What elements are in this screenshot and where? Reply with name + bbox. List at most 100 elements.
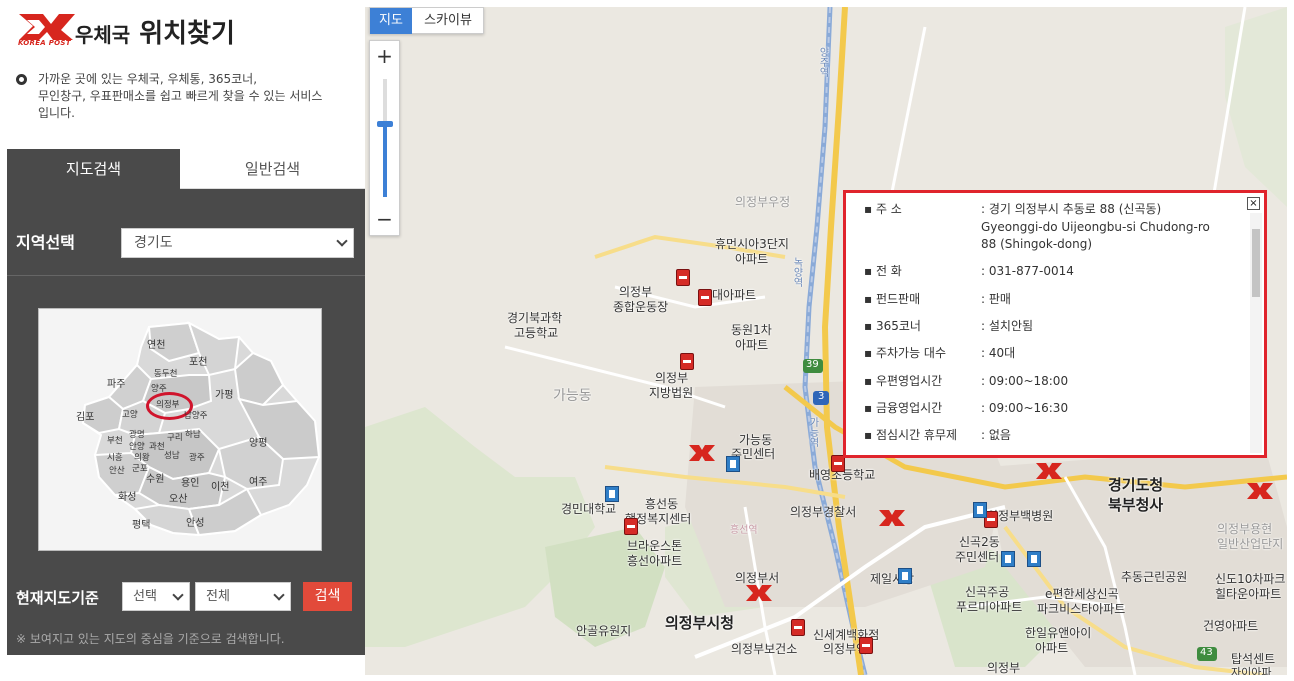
region-label[interactable]: 성남 xyxy=(164,449,180,461)
region-label[interactable]: 파주 xyxy=(107,375,125,390)
map-label: 자이아파 xyxy=(1231,666,1272,675)
logo-text: KOREA POST xyxy=(18,39,71,47)
map-label: 안골유원지 xyxy=(576,624,632,638)
region-label[interactable]: 여주 xyxy=(249,473,267,488)
zoom-slider-fill xyxy=(383,123,387,197)
region-label[interactable]: 부천 xyxy=(107,434,123,446)
map-label: 고등학교 xyxy=(514,326,559,340)
map-label: 경민대학교 xyxy=(561,502,617,516)
post-office-marker[interactable] xyxy=(698,289,712,306)
post-office-marker[interactable] xyxy=(680,353,694,370)
intro-line: 입니다. xyxy=(38,106,75,120)
category-select[interactable]: 선택 xyxy=(122,582,190,611)
region-label[interactable]: 이천 xyxy=(211,478,229,493)
korea-post-icon[interactable] xyxy=(689,445,715,461)
zoom-out-button[interactable]: − xyxy=(370,205,399,235)
category-select-value: 선택 xyxy=(133,589,157,604)
tab-general-search[interactable]: 일반검색 xyxy=(180,149,365,189)
region-label[interactable]: 수원 xyxy=(146,470,164,485)
post-office-marker[interactable] xyxy=(791,619,805,636)
region-label[interactable]: 용인 xyxy=(181,474,199,489)
region-label[interactable]: 하남 xyxy=(185,428,201,440)
map-label: 의정부우정 xyxy=(735,195,791,209)
region-label[interactable]: 평택 xyxy=(132,516,150,531)
page-title: 우체국 위치찾기 xyxy=(75,13,235,50)
divider xyxy=(7,275,365,276)
region-label: 지역선택 xyxy=(16,233,75,252)
info-key: ▪ 전 화 xyxy=(864,264,902,278)
region-label[interactable]: 오산 xyxy=(169,490,187,505)
info-value: : 09:00~16:30 xyxy=(981,401,1069,415)
close-icon[interactable]: × xyxy=(1247,197,1260,210)
info-key: ▪ 주 소 xyxy=(864,202,902,216)
region-label[interactable]: 안산 xyxy=(109,464,125,476)
map-label: 추동근린공원 xyxy=(1121,570,1188,584)
map-type-map-button[interactable]: 지도 xyxy=(370,8,412,34)
map-label: 경기도청 xyxy=(1108,476,1164,494)
region-label[interactable]: 포천 xyxy=(189,353,207,368)
region-label[interactable]: 구리 xyxy=(167,431,183,443)
intro-line: 무인창구, 우표판매소를 쉽고 빠르게 찾을 수 있는 서비스 xyxy=(38,89,323,103)
route-label: 43 xyxy=(1200,647,1213,658)
region-label[interactable]: 광주 xyxy=(189,451,205,463)
left-panel: KOREA POST 우체국 위치찾기 가까운 곳에 있는 우체국, 우체통, … xyxy=(7,7,365,675)
korea-post-icon[interactable] xyxy=(1036,463,1062,479)
mailbox-marker[interactable] xyxy=(973,502,987,518)
post-office-marker[interactable] xyxy=(624,518,638,535)
brand-header: KOREA POST 우체국 위치찾기 가까운 곳에 있는 우체국, 우체통, … xyxy=(7,7,365,149)
route-label: 3 xyxy=(818,391,825,402)
region-label[interactable]: 김포 xyxy=(76,408,94,423)
region-select[interactable]: 경기도 xyxy=(121,228,354,258)
korea-post-icon[interactable] xyxy=(746,585,772,601)
map-label: 가능동 xyxy=(553,388,592,404)
search-panel: 지도검색 일반검색 지역선택 경기도 연천 포천 동두천 파주 양주 가평 의정… xyxy=(7,149,365,655)
station-label: 양주역 xyxy=(817,47,828,77)
mailbox-marker[interactable] xyxy=(605,486,619,502)
info-value: : 설치안됨 xyxy=(981,319,1034,333)
region-label[interactable]: 광명 xyxy=(129,428,145,440)
region-label[interactable]: 고양 xyxy=(122,408,138,420)
region-label[interactable]: 과천 xyxy=(149,440,165,452)
region-label[interactable]: 동두천 xyxy=(154,367,177,379)
info-value: : 없음 xyxy=(981,428,1011,442)
info-value: : 40대 xyxy=(981,346,1016,360)
zoom-in-button[interactable]: + xyxy=(370,41,399,71)
post-office-marker[interactable] xyxy=(676,269,690,286)
info-key: ▪ 점심시간 휴무제 xyxy=(864,428,958,442)
region-label[interactable]: 연천 xyxy=(147,336,165,351)
zoom-slider-handle[interactable] xyxy=(377,120,393,127)
mailbox-marker[interactable] xyxy=(898,568,912,584)
map-label: 흥선아파트 xyxy=(627,554,683,568)
region-select-value: 경기도 xyxy=(134,235,173,251)
info-key: ▪ 금융영업시간 xyxy=(864,401,943,415)
bullet-icon xyxy=(16,74,27,85)
map-label: 의정부시청 xyxy=(665,614,735,632)
gyeonggi-region-map[interactable]: 연천 포천 동두천 파주 양주 가평 의정부 김포 고양 남양주 부천 광명 구… xyxy=(38,308,322,551)
korea-post-icon[interactable] xyxy=(1247,483,1273,499)
title-main: 우체국 xyxy=(75,23,131,47)
search-note: ※ 보여지고 있는 지도의 중심을 기준으로 검색합니다. xyxy=(16,632,285,646)
tab-map-search[interactable]: 지도검색 xyxy=(7,149,180,189)
map-label: 건영아파트 xyxy=(1203,619,1259,633)
intro-line: 가까운 곳에 있는 우체국, 우체통, 365코너, xyxy=(38,72,258,86)
region-label[interactable]: 화성 xyxy=(118,488,136,503)
station-label: 녹양역 xyxy=(791,257,802,287)
mailbox-marker[interactable] xyxy=(1001,551,1015,567)
current-map-base-label: 현재지도기준 xyxy=(16,589,99,607)
scope-select[interactable]: 전체 xyxy=(195,582,291,611)
region-label[interactable]: 가평 xyxy=(215,386,233,401)
chevron-down-icon xyxy=(336,235,348,247)
korea-post-icon[interactable] xyxy=(879,510,905,526)
mailbox-marker[interactable] xyxy=(726,456,740,472)
region-label[interactable]: 양평 xyxy=(249,434,267,449)
map-label: 아파트 xyxy=(735,252,769,266)
mailbox-marker[interactable] xyxy=(1027,551,1041,567)
region-label[interactable]: 남양주 xyxy=(184,409,207,421)
zoom-control: + − xyxy=(369,40,400,236)
post-office-marker[interactable] xyxy=(859,637,873,654)
region-label[interactable]: 시흥 xyxy=(107,451,123,463)
map-type-skyview-button[interactable]: 스카이뷰 xyxy=(412,8,484,34)
search-button[interactable]: 검색 xyxy=(303,582,352,611)
region-label[interactable]: 안성 xyxy=(186,514,204,529)
popup-scrollbar-thumb[interactable] xyxy=(1252,229,1260,297)
